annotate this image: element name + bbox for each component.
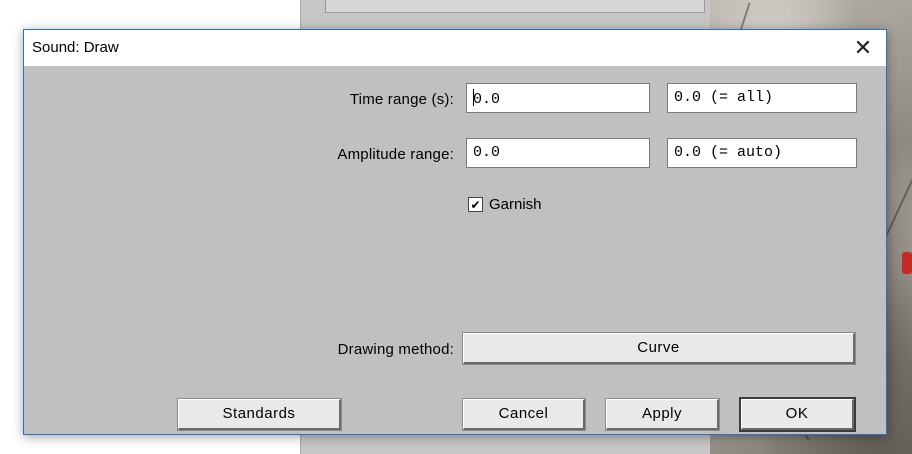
time-range-to-value: 0.0 (= all) (674, 89, 774, 106)
climber-figure (902, 252, 912, 274)
close-icon: ✕ (853, 35, 873, 60)
standards-button[interactable]: Standards (177, 398, 342, 431)
checkmark-icon: ✔ (470, 197, 481, 212)
garnish-checkbox-row[interactable]: ✔ Garnish (468, 196, 542, 213)
garnish-checkbox[interactable]: ✔ (468, 197, 483, 212)
dialog-titlebar[interactable]: Sound: Draw ✕ (24, 30, 886, 66)
dialog-title: Sound: Draw (32, 39, 119, 56)
background-window-toolbar (325, 0, 705, 13)
cancel-button[interactable]: Cancel (462, 398, 586, 431)
drawing-method-selector[interactable]: Curve (462, 332, 856, 365)
apply-button[interactable]: Apply (605, 398, 720, 431)
time-range-from-value: 0.0 (473, 91, 501, 108)
time-range-to-field[interactable]: 0.0 (= all) (667, 83, 857, 113)
amplitude-range-from-field[interactable]: 0.0 (466, 138, 650, 168)
garnish-label: Garnish (489, 196, 542, 213)
dialog-content: Time range (s): 0.0 0.0 (= all) Amplitud… (24, 66, 886, 434)
time-range-from-field[interactable]: 0.0 (466, 83, 650, 113)
drawing-method-label: Drawing method: (337, 341, 454, 358)
amplitude-range-to-value: 0.0 (= auto) (674, 144, 783, 161)
sound-draw-dialog: Sound: Draw ✕ Time range (s): 0.0 0.0 (=… (23, 29, 887, 435)
amplitude-range-from-value: 0.0 (473, 144, 501, 161)
amplitude-range-to-field[interactable]: 0.0 (= auto) (667, 138, 857, 168)
amplitude-range-label: Amplitude range: (337, 146, 454, 163)
close-button[interactable]: ✕ (840, 30, 886, 66)
time-range-label: Time range (s): (349, 91, 454, 108)
ok-button[interactable]: OK (739, 397, 856, 432)
